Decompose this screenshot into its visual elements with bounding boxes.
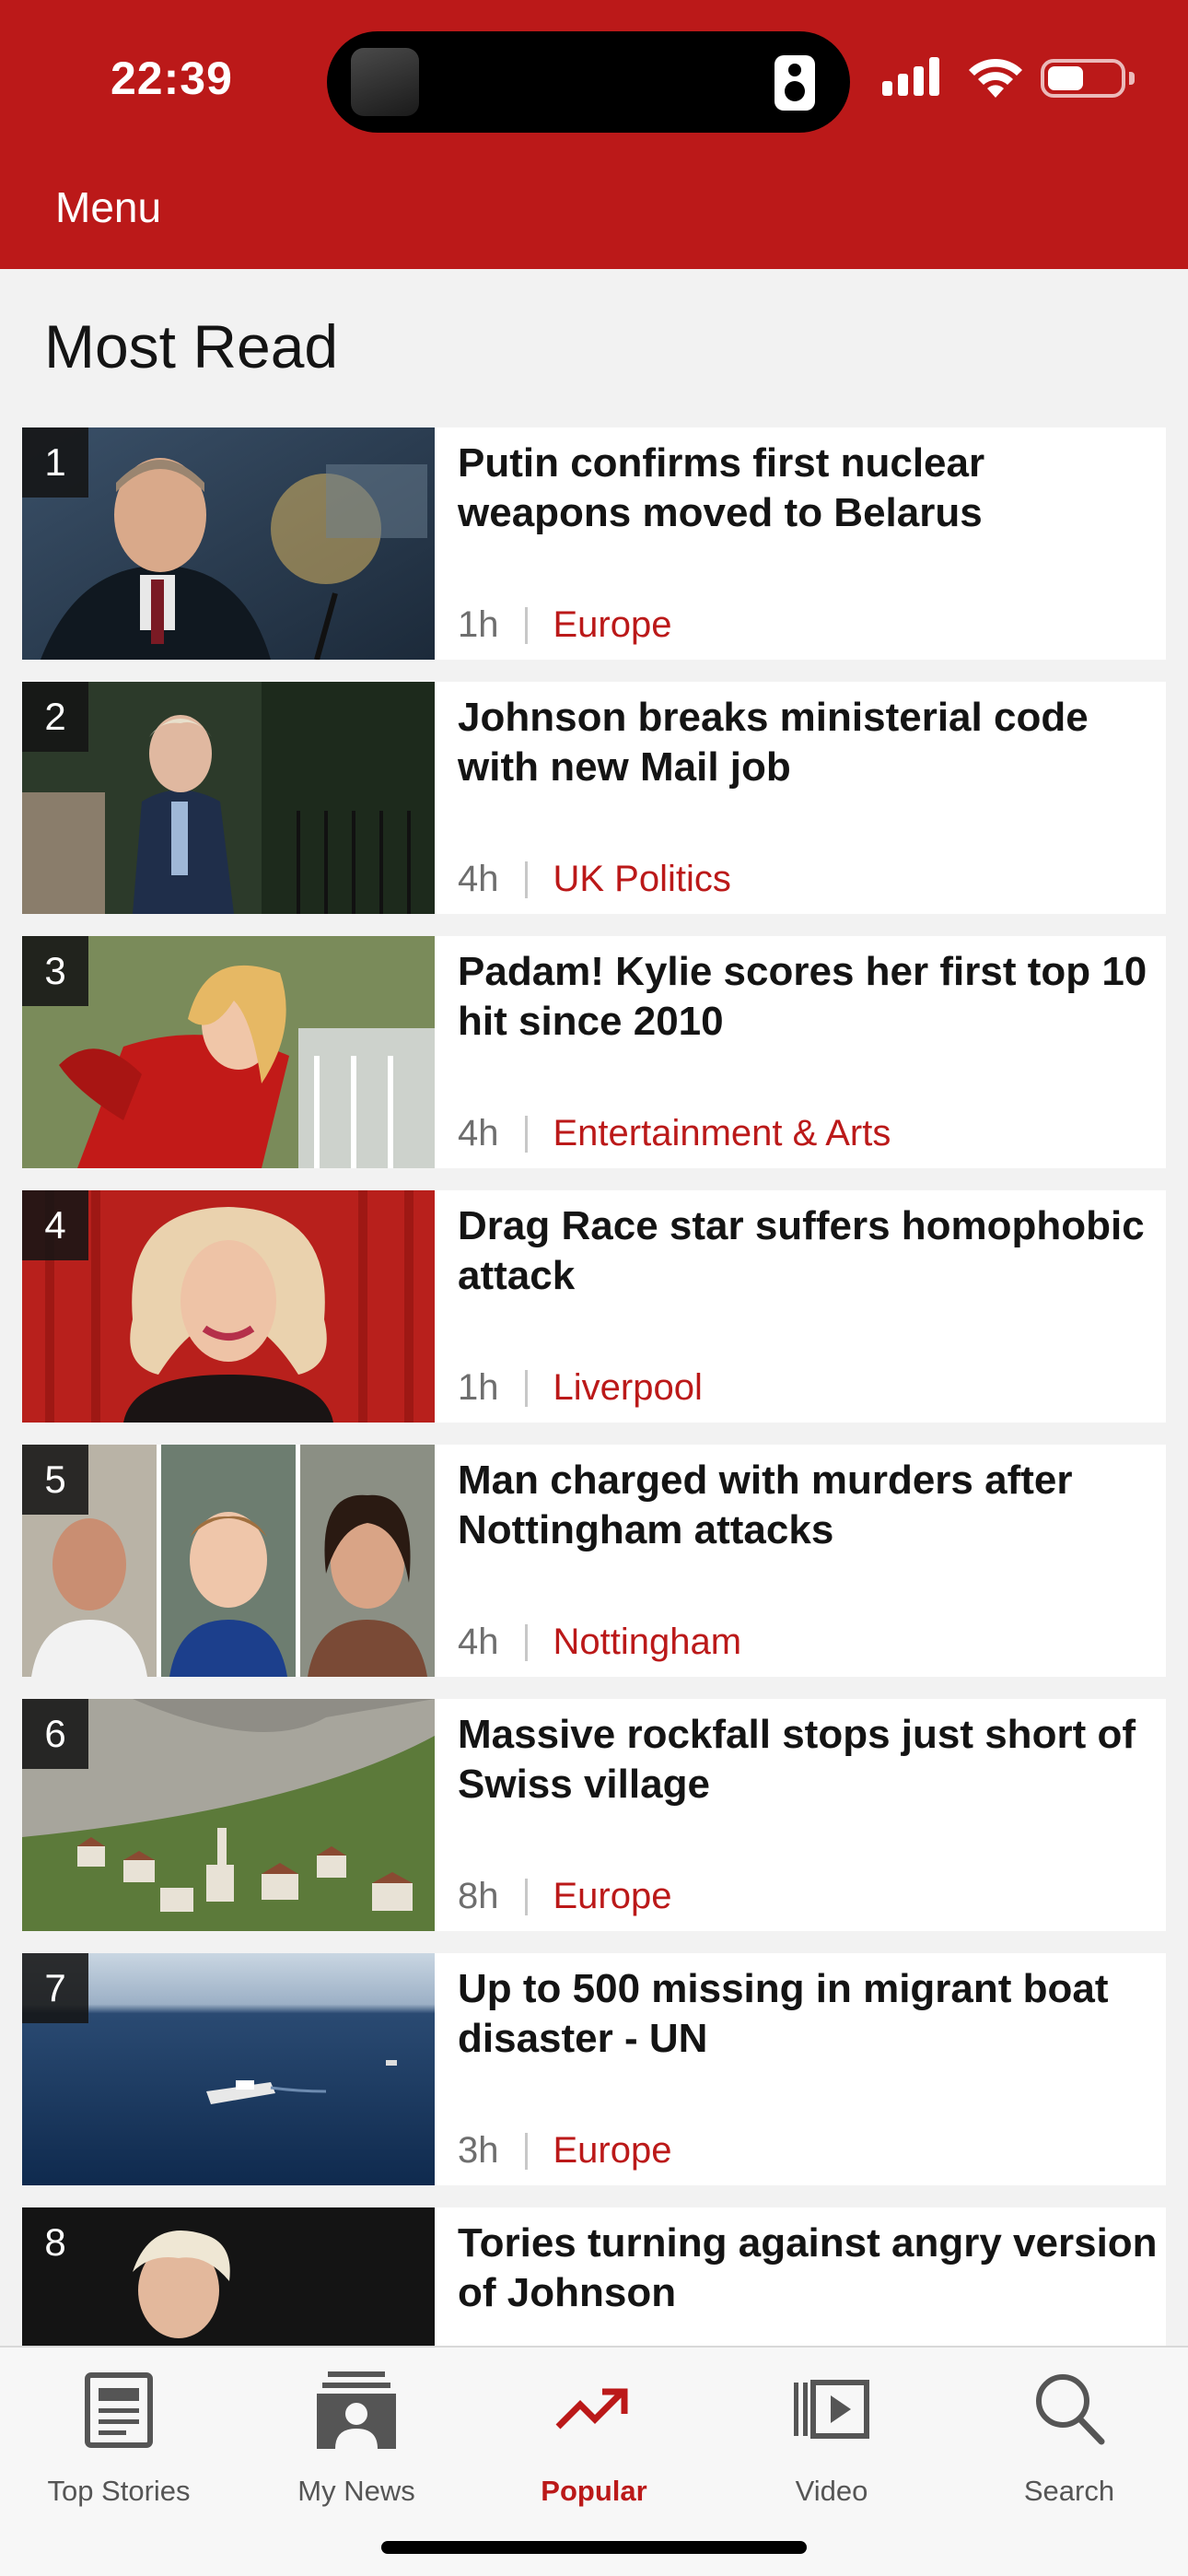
story-time: 3h: [458, 2130, 499, 2171]
story-time: 4h: [458, 1113, 499, 1153]
story-headline[interactable]: Massive rockfall stops just short of Swi…: [458, 1710, 1158, 1809]
top-stories-icon: [85, 2372, 153, 2448]
rank-badge: 5: [22, 1445, 88, 1515]
story-meta: 1h Liverpool: [458, 1367, 703, 1409]
status-time: 22:39: [111, 53, 233, 104]
meta-divider: [524, 1623, 528, 1661]
meta-divider: [524, 1115, 528, 1153]
story-item[interactable]: 1 Putin confirms first nuclear weapons m…: [22, 427, 1166, 660]
popular-icon: [555, 2388, 628, 2430]
story-item[interactable]: 4 Drag Race star suffers homophobic atta…: [22, 1190, 1166, 1423]
story-headline[interactable]: Padam! Kylie scores her first top 10 hit…: [458, 947, 1158, 1047]
story-meta: 3h Europe: [458, 2130, 671, 2172]
tab-my-news[interactable]: My News: [238, 2368, 475, 2515]
rank-badge: 2: [22, 682, 88, 752]
wifi-icon: [969, 59, 1022, 98]
tab-label: Top Stories: [47, 2475, 191, 2507]
story-meta: 4h Entertainment & Arts: [458, 1113, 891, 1154]
meta-divider: [524, 861, 528, 898]
story-tag[interactable]: UK Politics: [553, 859, 731, 900]
story-headline[interactable]: Putin confirms first nuclear weapons mov…: [458, 439, 1158, 538]
story-time: 4h: [458, 1622, 499, 1662]
story-headline[interactable]: Tories turning against angry version of …: [458, 2219, 1158, 2318]
video-icon: [794, 2380, 869, 2439]
app-header: 22:39 Menu: [0, 0, 1188, 269]
rank-badge: 6: [22, 1699, 88, 1769]
story-tag[interactable]: Europe: [553, 1876, 672, 1917]
menu-button[interactable]: Menu: [55, 182, 161, 232]
story-tag[interactable]: Liverpool: [553, 1367, 703, 1409]
story-item[interactable]: 6 Massive rockfall stops just short of S…: [22, 1699, 1166, 1931]
tab-label: My News: [297, 2475, 415, 2507]
tab-search[interactable]: Search: [950, 2368, 1188, 2515]
meta-divider: [524, 606, 528, 644]
story-item[interactable]: 7 Up to 500 missing in migrant boat disa…: [22, 1953, 1166, 2185]
tab-label: Video: [795, 2475, 868, 2507]
most-read-list: 1 Putin confirms first nuclear weapons m…: [22, 427, 1166, 2462]
tab-top-stories[interactable]: Top Stories: [0, 2368, 238, 2515]
story-item[interactable]: 2 Johnson breaks ministerial code with n…: [22, 682, 1166, 914]
story-time: 1h: [458, 604, 499, 645]
story-time: 1h: [458, 1367, 499, 1408]
my-news-icon: [317, 2371, 396, 2449]
story-time: 4h: [458, 859, 499, 899]
story-headline[interactable]: Man charged with murders after Nottingha…: [458, 1456, 1158, 1555]
search-icon: [1036, 2374, 1105, 2445]
battery-icon: [1041, 59, 1135, 98]
now-playing-thumbnail: [351, 48, 419, 116]
story-tag[interactable]: Europe: [553, 604, 672, 646]
speaker-icon: [775, 55, 815, 111]
meta-divider: [524, 2132, 528, 2170]
story-headline[interactable]: Up to 500 missing in migrant boat disast…: [458, 1964, 1158, 2064]
story-tag[interactable]: Entertainment & Arts: [553, 1113, 891, 1154]
rank-badge: 7: [22, 1953, 88, 2023]
rank-badge: 3: [22, 936, 88, 1006]
story-meta: 4h UK Politics: [458, 859, 731, 900]
story-time: 8h: [458, 1876, 499, 1916]
story-meta: 8h Europe: [458, 1876, 671, 1917]
page-title: Most Read: [44, 312, 339, 381]
rank-badge: 1: [22, 427, 88, 498]
story-tag[interactable]: Nottingham: [553, 1622, 742, 1663]
story-item[interactable]: 3 Padam! Kylie scores her first top 10 h…: [22, 936, 1166, 1168]
story-tag[interactable]: Europe: [553, 2130, 672, 2172]
story-meta: 1h Europe: [458, 604, 671, 646]
story-item[interactable]: 5 Man charged with murders after Notting…: [22, 1445, 1166, 1677]
rank-badge: 4: [22, 1190, 88, 1260]
meta-divider: [524, 1369, 528, 1407]
home-indicator[interactable]: [381, 2541, 807, 2554]
tab-label: Popular: [541, 2475, 647, 2507]
tab-label: Search: [1023, 2475, 1115, 2507]
dynamic-island: [327, 31, 850, 133]
story-headline[interactable]: Johnson breaks ministerial code with new…: [458, 693, 1158, 792]
story-meta: 4h Nottingham: [458, 1622, 741, 1663]
rank-badge: 8: [22, 2207, 88, 2277]
tab-video[interactable]: Video: [713, 2368, 950, 2515]
meta-divider: [524, 1878, 528, 1915]
tab-popular[interactable]: Popular: [475, 2368, 713, 2515]
story-headline[interactable]: Drag Race star suffers homophobic attack: [458, 1201, 1158, 1301]
